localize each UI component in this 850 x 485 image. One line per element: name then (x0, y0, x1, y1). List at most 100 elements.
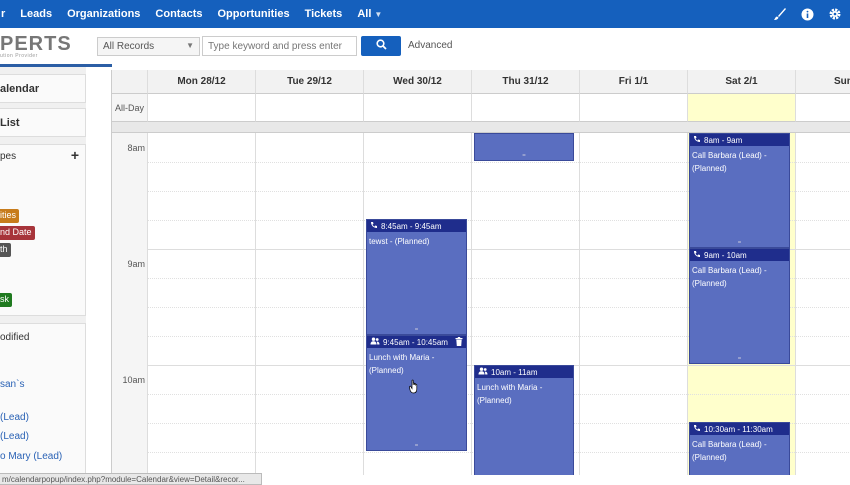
calendar-event[interactable]: 8am - 9am Call Barbara (Lead) - (Planned… (689, 133, 790, 248)
sidebar: alendar List pes + ities nd Date th sk o… (0, 67, 86, 485)
calendar-week-view: Mon 28/12 Tue 29/12 Wed 30/12 Thu 31/12 … (111, 70, 850, 475)
time-header (112, 70, 148, 94)
phone-icon (693, 424, 701, 434)
day-header[interactable]: Wed 30/12 (364, 70, 472, 94)
brush-icon[interactable] (773, 7, 787, 21)
recently-modified-label: odified (0, 332, 30, 343)
event-time: 10am - 11am (491, 367, 538, 377)
chevron-down-icon: ▼ (186, 41, 194, 50)
add-type-icon[interactable]: + (71, 147, 79, 163)
people-icon (478, 367, 488, 377)
allday-cell[interactable] (364, 94, 472, 122)
nav-item-opportunities[interactable]: Opportunities (217, 8, 289, 20)
mouse-cursor-icon (409, 379, 421, 398)
time-label: 10am (122, 375, 145, 385)
sidebar-list-view[interactable]: List (0, 108, 86, 137)
advanced-search-link[interactable]: Advanced (408, 40, 452, 51)
search-button[interactable] (361, 36, 401, 56)
calendar-event[interactable]: 8:45am - 9:45am tewst - (Planned) = (366, 219, 467, 335)
event-time: 9am - 10am (704, 250, 747, 260)
day-header[interactable]: Fri 1/1 (580, 70, 688, 94)
top-nav: r Leads Organizations Contacts Opportuni… (0, 0, 850, 28)
recent-record-link[interactable]: (Lead) (0, 431, 29, 442)
day-header[interactable]: Thu 31/12 (472, 70, 580, 94)
event-title: Lunch with Maria - (Planned) (369, 353, 435, 375)
day-header[interactable]: Sun (796, 70, 850, 94)
recent-record-link[interactable]: (Lead) (0, 412, 29, 423)
allday-cell[interactable] (256, 94, 364, 122)
event-time: 10:30am - 11:30am (704, 424, 773, 434)
logo-tagline: ution Provider (0, 53, 38, 59)
nav-item-organizations[interactable]: Organizations (67, 8, 140, 20)
event-header: 10:30am - 11:30am (690, 423, 789, 435)
type-tag[interactable]: th (0, 243, 11, 257)
people-icon (370, 337, 380, 347)
keyword-search-input[interactable] (202, 36, 357, 56)
search-icon (375, 39, 387, 53)
allday-cell-today[interactable] (688, 94, 796, 122)
resize-handle[interactable]: = (415, 327, 419, 333)
event-time: 8am - 9am (704, 135, 743, 145)
calendar-event[interactable]: = (474, 133, 574, 161)
gear-icon[interactable] (828, 7, 842, 21)
list-view-label: List (0, 117, 20, 129)
resize-handle[interactable]: = (522, 153, 526, 159)
type-tag[interactable]: sk (0, 293, 12, 307)
allday-cell[interactable] (472, 94, 580, 122)
record-filter-value: All Records (103, 41, 155, 52)
type-tag[interactable]: nd Date (0, 226, 35, 240)
allday-label: All-Day (112, 94, 148, 122)
nav-item-leads[interactable]: Leads (20, 8, 52, 20)
allday-cell[interactable] (580, 94, 688, 122)
nav-item-all[interactable]: All ▼ (357, 8, 382, 20)
event-header: 8:45am - 9:45am (367, 220, 466, 232)
event-title: Lunch with Maria - (Planned) (477, 383, 543, 405)
status-bar-url: m/calendarpopup/index.php?module=Calenda… (0, 473, 262, 485)
event-title: Call Barbara (Lead) - (Planned) (692, 151, 767, 173)
activity-types-label: pes (0, 151, 17, 162)
calendar-event[interactable]: 10am - 11am Lunch with Maria - (Planned) (474, 365, 574, 475)
calendar-event[interactable]: 10:30am - 11:30am Call Barbara (Lead) - … (689, 422, 790, 475)
phone-icon (370, 221, 378, 231)
calendar-view-label: alendar (0, 83, 40, 95)
resize-handle[interactable]: = (738, 356, 742, 362)
time-label: 9am (127, 259, 145, 269)
day-header[interactable]: Sat 2/1 (688, 70, 796, 94)
day-header[interactable]: Mon 28/12 (148, 70, 256, 94)
info-icon[interactable] (801, 8, 814, 21)
type-tag[interactable]: ities (0, 209, 20, 223)
event-time: 9:45am - 10:45am (383, 337, 448, 347)
nav-item-tickets[interactable]: Tickets (305, 8, 343, 20)
trash-icon[interactable] (455, 337, 463, 348)
sidebar-calendar-view[interactable]: alendar (0, 74, 86, 103)
chevron-down-icon: ▼ (374, 10, 383, 19)
nav-item-contacts[interactable]: Contacts (155, 8, 202, 20)
resize-handle[interactable]: = (415, 443, 419, 449)
event-title: Call Barbara (Lead) - (Planned) (692, 266, 767, 288)
sidebar-activity-types: pes + ities nd Date th sk (0, 144, 86, 316)
allday-cell[interactable] (148, 94, 256, 122)
phone-icon (693, 135, 701, 145)
event-title: tewst - (Planned) (369, 237, 430, 246)
phone-icon (693, 250, 701, 260)
recent-record-link[interactable]: san`s (0, 379, 24, 390)
record-filter-select[interactable]: All Records ▼ (97, 37, 200, 56)
recent-record-link[interactable]: o Mary (Lead) (0, 451, 62, 462)
nav-all-label: All (357, 8, 372, 20)
allday-cell[interactable] (796, 94, 850, 122)
app-root: r Leads Organizations Contacts Opportuni… (0, 0, 850, 485)
calendar-event[interactable]: 9am - 10am Call Barbara (Lead) - (Planne… (689, 248, 790, 364)
event-header: 9am - 10am (690, 249, 789, 261)
event-header: 9:45am - 10:45am (367, 336, 466, 348)
nav-icons (773, 0, 842, 28)
allday-separator (112, 122, 850, 133)
time-label: 8am (127, 143, 145, 153)
event-header: 8am - 9am (690, 134, 789, 146)
nav-item-truncated[interactable]: r (1, 8, 5, 20)
time-column: 8am 9am 10am (112, 133, 148, 475)
day-header[interactable]: Tue 29/12 (256, 70, 364, 94)
event-header: 10am - 11am (475, 366, 573, 378)
event-title: Call Barbara (Lead) - (Planned) (692, 440, 767, 462)
resize-handle[interactable]: = (738, 240, 742, 246)
sidebar-recently-modified: odified san`s (Lead) (Lead) o Mary (Lead… (0, 323, 86, 485)
